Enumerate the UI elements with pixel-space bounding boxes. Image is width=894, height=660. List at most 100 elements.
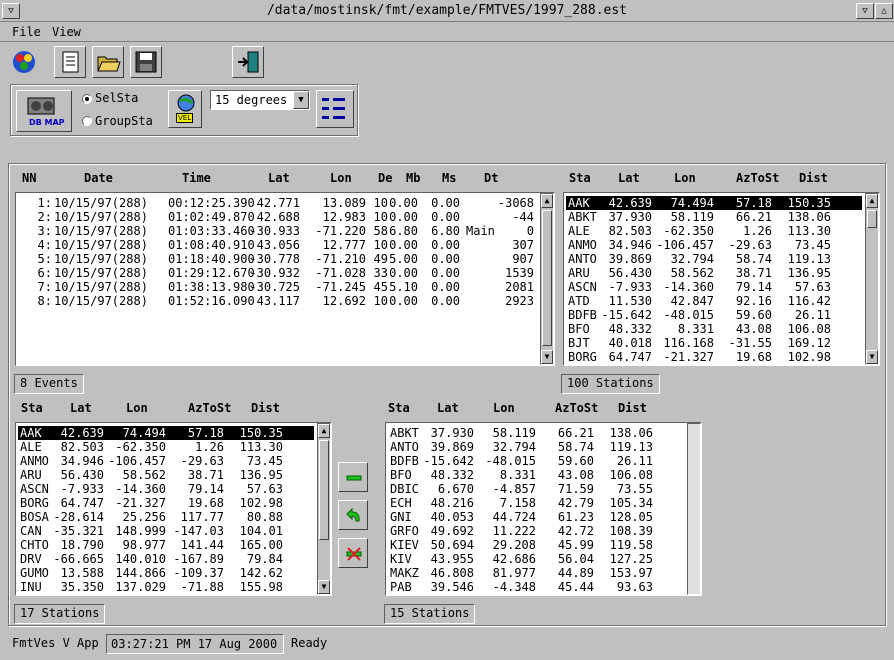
open-folder-button[interactable] (92, 46, 124, 78)
db-map-label: DB MAP (29, 118, 65, 127)
selected-stations-scroll-thumb[interactable] (319, 440, 329, 540)
groupsta-radio[interactable] (82, 116, 92, 126)
cell: 66.21 (557, 426, 594, 440)
station-row[interactable]: DBIC 6.670 -4.857 71.59 73.55 (388, 482, 684, 496)
events-col-nn: NN (22, 171, 37, 185)
station-row[interactable]: BFO 48.332 8.331 43.08 106.08 (566, 322, 862, 336)
scroll-down-icon[interactable]: ▼ (866, 350, 878, 364)
col-dist: Dist (618, 401, 647, 415)
station-row[interactable]: KIEV 50.694 29.208 45.99 119.58 (388, 538, 684, 552)
event-row[interactable]: 7: 10/15/97(288) 01:38:13.980 -30.725 -71.24… (18, 280, 540, 294)
cell: 12.692 (322, 294, 366, 308)
station-row[interactable]: GUMO 13.588 144.866 -109.37 142.62 (18, 566, 314, 580)
all-stations-scrollbar[interactable]: ▲ ▼ (865, 193, 879, 365)
station-row[interactable]: ARU 56.430 58.562 38.71 136.95 (566, 266, 862, 280)
velocity-button[interactable]: VEL (168, 90, 202, 128)
station-row[interactable]: ASCN -7.933 -14.360 79.14 57.63 (18, 482, 314, 496)
scroll-down-icon[interactable]: ▼ (318, 580, 330, 594)
maximize-button[interactable]: △ (875, 3, 893, 19)
station-row[interactable]: ABKT 37.930 58.119 66.21 138.06 (566, 210, 862, 224)
station-row[interactable]: AAK 42.639 74.494 57.18 150.35 (566, 196, 862, 210)
station-row[interactable]: ATD 11.530 42.847 92.16 116.42 (566, 294, 862, 308)
station-row[interactable]: GRFO 49.692 11.222 42.72 108.39 (388, 524, 684, 538)
cell: GNI (390, 510, 412, 524)
cell: 1: (37, 196, 52, 210)
scroll-up-icon[interactable]: ▲ (318, 424, 330, 438)
station-row[interactable]: ANTO 39.869 32.794 58.74 119.13 (566, 252, 862, 266)
station-row[interactable]: BFO 48.332 8.331 43.08 106.08 (388, 468, 684, 482)
db-map-button[interactable]: DB MAP (16, 90, 72, 132)
dropdown-arrow-icon[interactable]: ▼ (293, 91, 309, 109)
selsta-radio[interactable] (82, 94, 92, 104)
list-tree-icon (322, 98, 345, 119)
all-stations-scroll-thumb[interactable] (867, 210, 877, 228)
station-row[interactable]: GNI 40.053 44.724 61.23 128.05 (388, 510, 684, 524)
station-row[interactable]: BJT 40.018 116.168 -31.55 169.12 (566, 336, 862, 350)
cell: 98.977 (122, 538, 166, 552)
event-row[interactable]: 8: 10/15/97(288) 01:52:16.090 43.117 12.692 1… (18, 294, 540, 308)
document-tool-button[interactable] (54, 46, 86, 78)
cell: 45 (373, 280, 388, 294)
cell: 106.08 (787, 322, 831, 336)
remove-station-button[interactable] (338, 462, 368, 492)
undo-button[interactable] (338, 500, 368, 530)
station-list-button[interactable] (316, 90, 354, 128)
event-row[interactable]: 5: 10/15/97(288) 01:18:40.900 -30.778 -71.21… (18, 252, 540, 266)
station-row[interactable]: ANMO 34.946 -106.457 -29.63 73.45 (18, 454, 314, 468)
minimize-button[interactable]: ▽ (856, 3, 874, 19)
menu-file[interactable]: File (12, 25, 41, 39)
station-row[interactable]: ANTO 39.869 32.794 58.74 119.13 (388, 440, 684, 454)
station-row[interactable]: CAN -35.321 148.999 -147.03 104.01 (18, 524, 314, 538)
event-row[interactable]: 2: 10/15/97(288) 01:02:49.870 42.688 12.983 1… (18, 210, 540, 224)
event-row[interactable]: 6: 10/15/97(288) 01:29:12.670 -30.932 -71.02… (18, 266, 540, 280)
events-col-lon: Lon (330, 171, 352, 185)
station-row[interactable]: ASCN -7.933 -14.360 79.14 57.63 (566, 280, 862, 294)
event-row[interactable]: 4: 10/15/97(288) 01:08:40.910 43.056 12.777 1… (18, 238, 540, 252)
scroll-up-icon[interactable]: ▲ (866, 194, 878, 208)
station-row[interactable]: BDFB -15.642 -48.015 59.60 26.11 (566, 308, 862, 322)
station-row[interactable]: MAKZ 46.808 81.977 44.89 153.97 (388, 566, 684, 580)
station-row[interactable]: AAK 42.639 74.494 57.18 150.35 (18, 426, 314, 440)
scroll-up-icon[interactable]: ▲ (541, 194, 553, 208)
selected-stations-list[interactable]: AAK 42.639 74.494 57.18 150.35 ALE 82.503 -62.3… (15, 422, 332, 596)
cell: ABKT (390, 426, 419, 440)
station-row[interactable]: INU 35.350 137.029 -71.88 155.98 (18, 580, 314, 594)
cell: -106.457 (656, 238, 714, 252)
station-row[interactable]: ANMO 34.946 -106.457 -29.63 73.45 (566, 238, 862, 252)
event-row[interactable]: 1: 10/15/97(288) 00:12:25.390 42.771 13.089 1… (18, 196, 540, 210)
cell: 150.35 (787, 196, 831, 210)
exit-button[interactable] (232, 46, 264, 78)
station-row[interactable]: BOSA -28.614 25.256 117.77 80.88 (18, 510, 314, 524)
station-row[interactable]: CHTO 18.790 98.977 141.44 165.00 (18, 538, 314, 552)
group-stations-list[interactable]: ABKT 37.930 58.119 66.21 138.06 ANTO 39.869 32.… (385, 422, 702, 596)
station-row[interactable]: BDFB -15.642 -48.015 59.60 26.11 (388, 454, 684, 468)
station-row[interactable]: ALE 82.503 -62.350 1.26 113.30 (18, 440, 314, 454)
palette-tool-button[interactable] (8, 46, 40, 78)
station-row[interactable]: BORG 64.747 -21.327 19.68 102.98 (566, 350, 862, 364)
cell: 37.930 (430, 426, 474, 440)
station-row[interactable]: ECH 48.216 7.158 42.79 105.34 (388, 496, 684, 510)
scroll-down-icon[interactable]: ▼ (541, 350, 553, 364)
cell: 8.331 (499, 468, 536, 482)
save-button[interactable] (130, 46, 162, 78)
all-stations-list[interactable]: AAK 42.639 74.494 57.18 150.35 ABKT 37.930 58.1… (563, 192, 880, 366)
events-scroll-thumb[interactable] (542, 210, 552, 346)
station-row[interactable]: ALE 82.503 -62.350 1.26 113.30 (566, 224, 862, 238)
cell: 58.119 (670, 210, 714, 224)
station-row[interactable]: DRV -66.665 140.010 -167.89 79.84 (18, 552, 314, 566)
events-list[interactable]: 1: 10/15/97(288) 00:12:25.390 42.771 13.089 1… (15, 192, 555, 366)
group-stations-scrollbar[interactable] (687, 423, 701, 595)
station-row[interactable]: ARU 56.430 58.562 38.71 136.95 (18, 468, 314, 482)
events-scrollbar[interactable]: ▲ ▼ (540, 193, 554, 365)
station-row[interactable]: ABKT 37.930 58.119 66.21 138.06 (388, 426, 684, 440)
cell: 01:29:12.670 (168, 266, 255, 280)
selected-stations-scrollbar[interactable]: ▲ ▼ (317, 423, 331, 595)
degrees-select[interactable]: 15 degrees ▼ (210, 90, 310, 110)
clear-selection-button[interactable] (338, 538, 368, 568)
event-row[interactable]: 3: 10/15/97(288) 01:03:33.460 -30.933 -71.22… (18, 224, 540, 238)
station-row[interactable]: BORG 64.747 -21.327 19.68 102.98 (18, 496, 314, 510)
events-count: 8 Events (14, 374, 84, 394)
station-row[interactable]: PAB 39.546 -4.348 45.44 93.63 (388, 580, 684, 594)
station-row[interactable]: KIV 43.955 42.686 56.04 127.25 (388, 552, 684, 566)
menu-view[interactable]: View (52, 25, 81, 39)
